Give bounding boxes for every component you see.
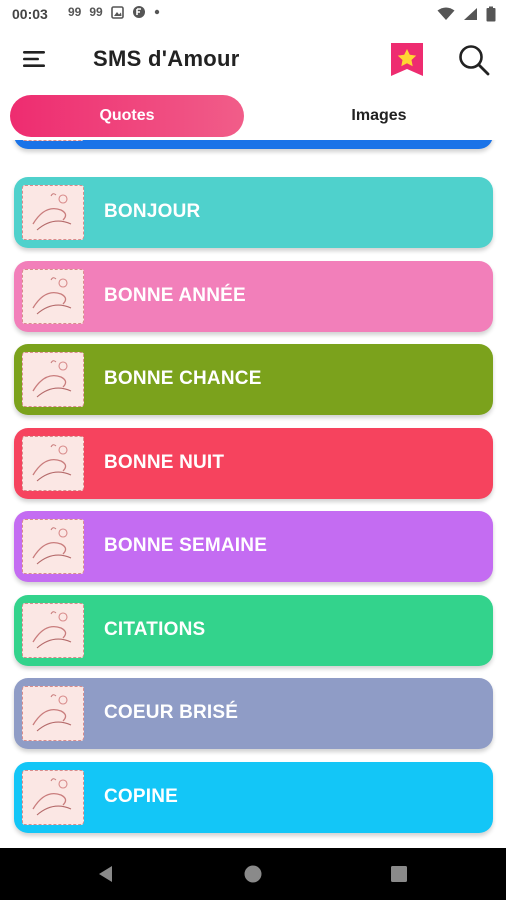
category-label: BONNE SEMAINE [104,535,268,556]
category-thumbnail [22,140,84,141]
category-thumbnail [22,436,84,491]
category-card-bonne-nuit[interactable]: BONNE NUIT [14,428,493,499]
category-card-partial[interactable] [14,140,493,149]
category-card-coeur-brise[interactable]: COEUR BRISÉ [14,678,493,749]
photo-icon [110,5,124,19]
app-notification-icon [132,6,145,18]
love-letter-thumbnail-icon [32,527,72,565]
category-label: CITATIONS [104,619,206,640]
tab-bar: Quotes Images [0,94,506,140]
wifi-icon [437,7,455,20]
app-title: SMS d'Amour [93,46,240,71]
battery-icon [486,6,496,22]
love-letter-thumbnail-icon [32,611,72,649]
favorites-button[interactable] [388,40,426,78]
signal-icon [464,8,477,20]
status-bar: 00:03 99 99 [0,0,506,30]
category-card-bonne-chance[interactable]: BONNE CHANCE [14,344,493,415]
status-time: 00:03 [12,6,48,22]
recents-button[interactable] [389,864,409,889]
category-thumbnail [22,352,84,407]
app-bar: SMS d'Amour [0,30,506,90]
category-card-bonne-annee[interactable]: BONNE ANNÉE [14,261,493,332]
love-letter-thumbnail-icon [32,694,72,732]
status-indicators [437,6,496,22]
love-letter-thumbnail-icon [32,360,72,398]
home-circle-icon [244,865,262,883]
category-thumbnail [22,269,84,324]
notification-count-1: 99 [68,5,82,19]
category-thumbnail [22,770,84,825]
tab-images[interactable]: Images [262,95,496,137]
love-letter-thumbnail-icon [32,778,72,816]
category-list[interactable]: BONJOUR BONNE ANNÉE BONNE CHANCE BONNE N… [0,140,506,848]
category-thumbnail [22,519,84,574]
category-thumbnail [22,686,84,741]
home-button[interactable] [243,864,263,889]
back-triangle-icon [99,866,112,882]
tab-quotes[interactable]: Quotes [10,95,244,137]
love-letter-thumbnail-icon [32,444,72,482]
category-label: BONJOUR [104,201,201,222]
search-button[interactable] [456,42,492,78]
notification-count-2: 99 [89,5,103,19]
notification-icons: 99 99 [68,5,160,19]
menu-button[interactable] [22,48,48,70]
category-thumbnail [22,185,84,240]
category-card-bonne-semaine[interactable]: BONNE SEMAINE [14,511,493,582]
love-letter-thumbnail-icon [32,277,72,315]
favorites-star-icon [391,43,423,76]
category-card-citations[interactable]: CITATIONS [14,595,493,666]
category-card-bonjour[interactable]: BONJOUR [14,177,493,248]
category-label: COPINE [104,786,179,807]
category-label: BONNE NUIT [104,452,225,473]
system-navigation-bar [0,848,506,900]
category-label: BONNE CHANCE [104,368,262,389]
category-thumbnail [22,603,84,658]
category-card-copine[interactable]: COPINE [14,762,493,833]
category-label: COEUR BRISÉ [104,702,239,723]
more-notifications-dot-icon [154,9,159,15]
love-letter-thumbnail-icon [32,193,72,231]
category-label: BONNE ANNÉE [104,285,246,306]
recents-square-icon [391,866,407,882]
search-icon [459,45,490,76]
menu-icon [23,51,45,67]
back-button[interactable] [96,864,116,889]
